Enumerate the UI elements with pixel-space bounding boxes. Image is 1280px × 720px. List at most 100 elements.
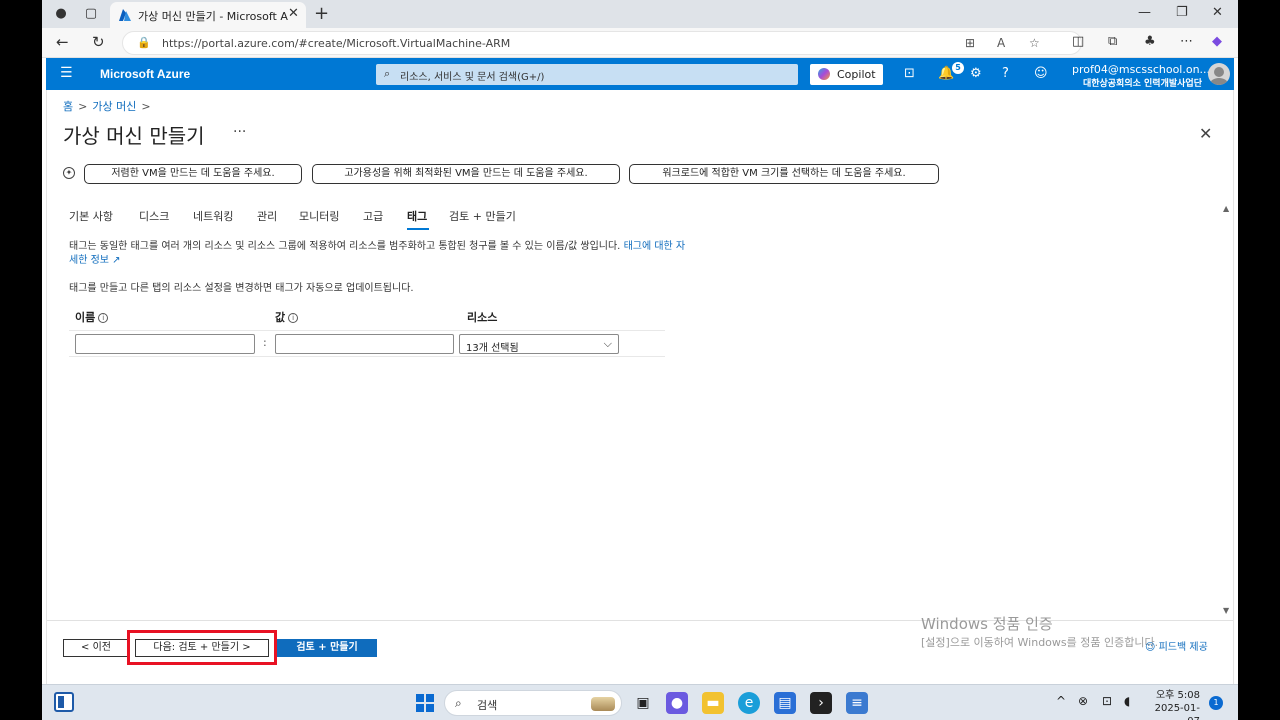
edge-icon[interactable]: e [738,692,760,714]
activation-watermark-text: [설정]으로 이동하여 Windows를 정품 인증합니다. [921,636,1159,649]
tab-title: 가상 머신 만들기 - Microsoft Azure [138,10,288,23]
settings-gear-icon[interactable]: ⚙ [970,66,982,81]
tray-chevron-up-icon[interactable]: ^ [1056,694,1066,708]
tags-description-text: 태그는 동일한 태그를 여러 개의 리소스 및 리소스 그룹에 적용하여 리소스… [69,241,621,252]
account-info[interactable]: prof04@mscsschool.on... 대한상공회의소 인력개발사업단 [1072,63,1211,89]
next-review-create-button[interactable]: 다음: 검토 + 만들기 > [135,639,269,657]
suggestion-chip-vm-size[interactable]: 워크로드에 적합한 VM 크기를 선택하는 데 도움을 주세요. [629,164,939,184]
prev-button[interactable]: < 이전 [63,639,129,657]
tab-tags[interactable]: 태그 [407,208,427,224]
lock-icon[interactable]: 🔒 [137,36,151,49]
read-aloud-icon[interactable]: A [997,36,1005,50]
resource-select[interactable]: 13개 선택됨 ⌵ [459,334,619,354]
tab-review-create[interactable]: 검토 + 만들기 [449,208,516,224]
tag-name-input[interactable] [75,334,255,354]
collections-icon[interactable]: ⧉ [1108,34,1117,49]
col-header-name: 이름 i [75,309,109,325]
taskbar: ⌕ 검색 ▣ ● ▬ e ▤ › ≡ ^ ⊗ ⊡ ◖ 오후 5:08 2025-… [42,684,1238,720]
profile-icon[interactable]: ● [52,5,70,23]
search-placeholder: 리소스, 서비스 및 문서 검색(G+/) [400,72,545,83]
store-icon[interactable]: ▤ [774,692,796,714]
notepad-icon[interactable]: ≡ [846,692,868,714]
terminal-icon[interactable]: › [810,692,832,714]
tray-app-icon[interactable]: ⊗ [1078,694,1088,708]
table-divider-bottom [69,356,665,357]
breadcrumb-vm[interactable]: 가상 머신 [92,100,136,113]
address-row: ← ↻ 🔒 https://portal.azure.com/#create/M… [42,28,1238,58]
more-options-icon[interactable]: ··· [233,124,246,140]
name-info-icon[interactable]: i [98,313,109,323]
azure-header: ☰ Microsoft Azure ⌕ 리소스, 서비스 및 문서 검색(G+/… [46,58,1234,90]
clock-time: 오후 5:08 [1155,690,1200,701]
notification-count-badge[interactable]: 1 [1209,696,1223,710]
tab-close-icon[interactable]: ✕ [288,6,299,21]
page-title: 가상 머신 만들기 [63,124,205,148]
browser-tab[interactable]: 가상 머신 만들기 - Microsoft Azure ✕ [110,2,306,28]
breadcrumb-home[interactable]: 홈 [63,100,73,113]
col-header-value: 값i [275,309,299,325]
tab-actions-icon[interactable]: ▢ [82,5,100,23]
address-bar[interactable]: 🔒 https://portal.azure.com/#create/Micro… [122,31,1082,55]
window-close-icon[interactable]: ✕ [1212,5,1223,20]
taskbar-search-icon: ⌕ [455,696,462,710]
clock-date: 2025-01-07 [1154,703,1200,720]
screen: ● ▢ 가상 머신 만들기 - Microsoft Azure ✕ + — ❐ … [42,0,1238,720]
favorite-star-icon[interactable]: ☆ [1029,36,1040,50]
azure-brand[interactable]: Microsoft Azure [100,67,190,81]
menu-icon[interactable]: ☰ [60,65,73,81]
account-email: prof04@mscsschool.on... [1072,63,1211,76]
suggestion-chip-ha-vm[interactable]: 고가용성을 위해 최적화된 VM을 만드는 데 도움을 주세요. [312,164,620,184]
feedback-link[interactable]: ☺ 피드백 제공 [1145,638,1208,653]
review-create-button[interactable]: 검토 + 만들기 [277,639,377,657]
tags-description: 태그는 동일한 태그를 여러 개의 리소스 및 리소스 그룹에 적용하여 리소스… [69,240,689,268]
activation-watermark-title: Windows 정품 인증 [921,615,1053,633]
split-screen-icon[interactable]: ◫ [1072,34,1084,49]
tab-monitoring[interactable]: 모니터링 [299,208,339,224]
tab-networking[interactable]: 네트워킹 [193,208,233,224]
main-content: 홈 > 가상 머신 > 가상 머신 만들기 ··· ✕ ✦ 저렴한 VM을 만드는 데… [46,90,1234,684]
copilot-browser-icon[interactable]: ◆ [1212,34,1222,49]
avatar[interactable] [1208,63,1230,85]
start-windows-icon[interactable] [416,694,434,712]
value-info-icon[interactable]: i [288,313,299,323]
more-icon[interactable]: ⋯ [1180,34,1193,49]
apps-icon[interactable]: ⊞ [965,36,975,50]
copilot-icon [818,68,830,80]
scroll-up-icon[interactable]: ▲ [1223,204,1229,213]
copilot-suggestion-icon: ✦ [63,167,75,179]
tag-value-input[interactable] [275,334,454,354]
network-icon[interactable]: ⊡ [1102,694,1112,708]
extensions-icon[interactable]: ♣ [1144,34,1156,49]
widgets-icon[interactable] [54,692,74,712]
volume-icon[interactable]: ◖ [1124,694,1130,708]
scroll-down-icon[interactable]: ▼ [1223,606,1229,615]
footer-bar: Windows 정품 인증 [설정]으로 이동하여 Windows를 정품 인증… [47,615,1233,684]
suggestion-chip-cheap-vm[interactable]: 저렴한 VM을 만드는 데 도움을 주세요. [84,164,302,184]
minimize-icon[interactable]: — [1138,5,1151,20]
maximize-icon[interactable]: ❐ [1176,5,1188,20]
task-view-icon[interactable]: ▣ [632,692,654,714]
tab-disks[interactable]: 디스크 [139,208,169,224]
refresh-icon[interactable]: ↻ [92,33,105,51]
tab-management[interactable]: 관리 [257,208,277,224]
tab-basics[interactable]: 기본 사항 [69,208,113,224]
table-divider-top [69,330,665,331]
teams-chat-icon[interactable]: ● [666,692,688,714]
copilot-button[interactable]: Copilot [810,64,883,85]
help-icon[interactable]: ? [1002,66,1009,81]
new-tab-icon[interactable]: + [314,3,329,24]
taskbar-search[interactable]: ⌕ 검색 [444,690,622,716]
account-org: 대한상공회의소 인력개발사업단 [1082,79,1202,89]
col-header-resource: 리소스 [467,311,498,324]
global-search-input[interactable]: ⌕ 리소스, 서비스 및 문서 검색(G+/) [376,64,798,85]
close-blade-icon[interactable]: ✕ [1199,124,1212,143]
feedback-icon[interactable]: ☺ [1034,66,1048,81]
clock[interactable]: 오후 5:08 2025-01-07 [1150,689,1200,720]
file-explorer-icon[interactable]: ▬ [702,692,724,714]
notification-badge: 5 [952,62,964,74]
cloud-shell-icon[interactable]: ⊡ [904,66,915,81]
resource-select-value: 13개 선택됨 [466,343,519,354]
copilot-label: Copilot [837,68,876,81]
back-icon[interactable]: ← [56,33,69,51]
tab-advanced[interactable]: 고급 [363,208,383,224]
